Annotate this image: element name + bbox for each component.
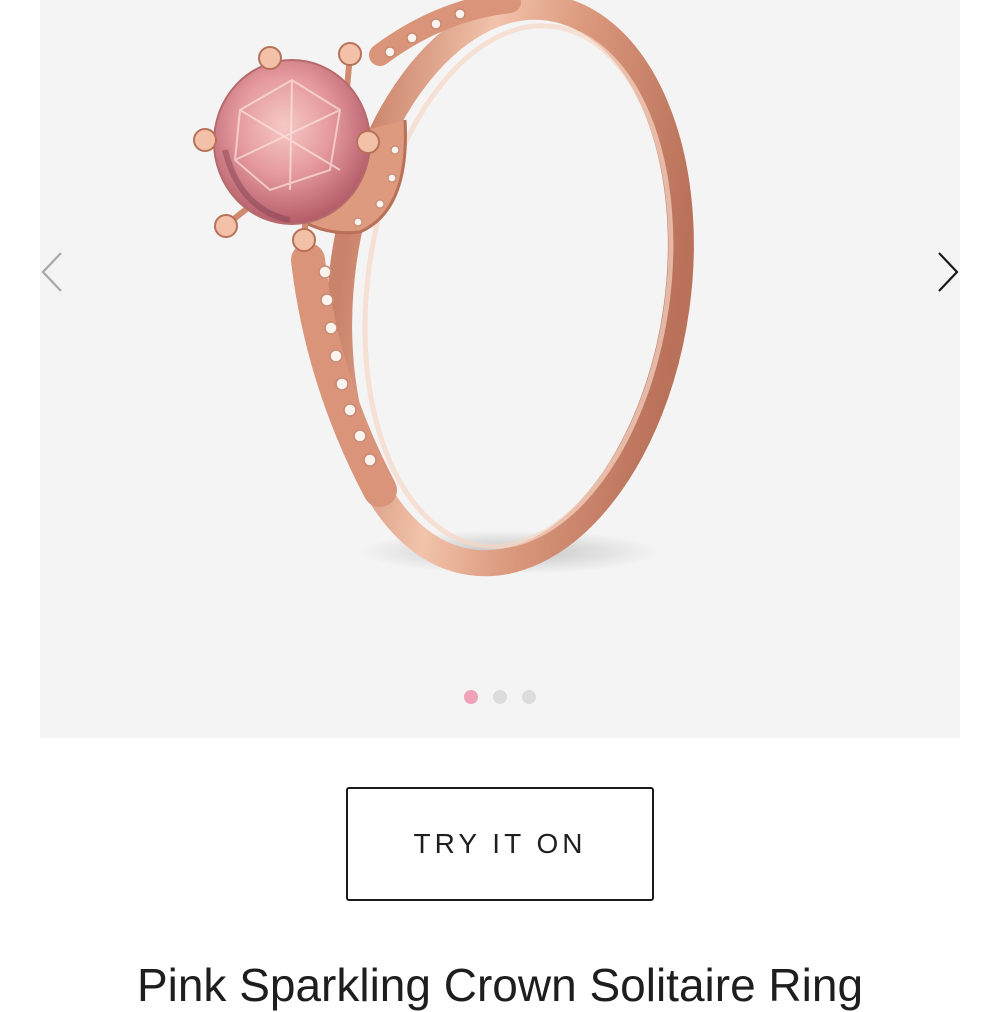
carousel-pagination <box>40 690 960 704</box>
chevron-right-icon <box>938 252 959 292</box>
product-title: Pink Sparkling Crown Solitaire Ring <box>136 959 864 1011</box>
carousel-dot-3[interactable] <box>522 690 536 704</box>
product-image-gallery[interactable] <box>40 0 960 738</box>
next-image-button[interactable] <box>928 245 960 299</box>
previous-image-button[interactable] <box>40 245 72 299</box>
product-image <box>193 0 694 577</box>
carousel-dot-2[interactable] <box>493 690 507 704</box>
chevron-left-icon <box>41 252 62 292</box>
try-it-on-button[interactable]: TRY IT ON <box>346 787 654 901</box>
carousel-dot-1[interactable] <box>464 690 478 704</box>
